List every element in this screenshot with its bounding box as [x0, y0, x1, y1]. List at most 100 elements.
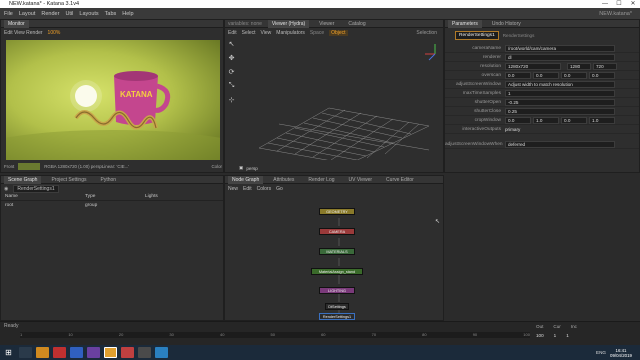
viewer-menu-manipulators[interactable]: Manipulators	[276, 30, 305, 36]
table-row[interactable]: root group	[1, 201, 223, 209]
col-name[interactable]: Name	[5, 194, 85, 199]
katana-taskbar-icon[interactable]	[104, 347, 117, 358]
node-camera[interactable]: CAMERA	[319, 228, 355, 235]
param-resolution-height[interactable]: 720	[593, 62, 617, 70]
param-overscan-a[interactable]: 0.0	[505, 71, 531, 79]
node-render-settings[interactable]: RenderSettings1	[319, 313, 355, 320]
rotate-tool-icon[interactable]: ⟳	[229, 68, 235, 76]
monitor-menus[interactable]: Edit View Render	[4, 30, 43, 36]
param-shutter-open[interactable]: -0.25	[505, 98, 615, 106]
node-menu-edit[interactable]: Edit	[243, 186, 252, 192]
viewer-object-button[interactable]: Object	[329, 29, 348, 36]
tab-project-settings[interactable]: Project Settings	[47, 176, 90, 184]
camera-icon[interactable]: ▣	[239, 165, 243, 171]
node-menu-colors[interactable]: Colors	[257, 186, 271, 192]
tab-catalog[interactable]: Catalog	[344, 20, 369, 28]
task-view-icon[interactable]	[19, 347, 32, 358]
param-crop-d[interactable]: 1.0	[589, 116, 615, 124]
viewer-menu-view[interactable]: View	[261, 30, 272, 36]
increment-field[interactable]: 1	[566, 333, 569, 338]
node-dl-settings[interactable]: DtSettings	[325, 303, 349, 310]
param-resolution-width[interactable]: 1280	[567, 62, 591, 70]
param-adjust-when[interactable]: deferred	[505, 140, 615, 148]
transform-tool-icon[interactable]: ⊹	[229, 96, 235, 104]
node-menu-go[interactable]: Go	[276, 186, 283, 192]
select-tool-icon[interactable]: ↖	[229, 40, 235, 48]
param-shutter-close[interactable]: 0.25	[505, 107, 615, 115]
param-overscan-c[interactable]: 0.0	[561, 71, 587, 79]
viewer-selection-label[interactable]: Selection	[416, 30, 443, 36]
scale-tool-icon[interactable]: ⤡	[229, 82, 235, 90]
windows-start-icon[interactable]: ⊞	[2, 347, 15, 358]
app-icon-red[interactable]	[53, 347, 66, 358]
tab-viewer[interactable]: Viewer	[315, 20, 338, 28]
menu-util[interactable]: Util	[65, 11, 73, 17]
param-overscan-b[interactable]: 0.0	[533, 71, 559, 79]
viewer-menu-select[interactable]: Select	[242, 30, 256, 36]
app-icon-office[interactable]	[121, 347, 134, 358]
row-root-type: group	[85, 202, 98, 208]
menu-help[interactable]: Help	[122, 11, 133, 17]
param-interactive-outputs[interactable]: primary	[505, 127, 520, 132]
menu-file[interactable]: File	[4, 11, 13, 17]
menu-layouts[interactable]: Layouts	[79, 11, 98, 17]
tab-undo-history[interactable]: Undo History	[488, 20, 525, 28]
node-material-assign[interactable]: MaterialAssign_stand	[311, 268, 363, 275]
node-geometry[interactable]: GEOMETRY	[319, 208, 355, 215]
param-renderer[interactable]: dl	[505, 53, 615, 61]
tab-uv-viewer[interactable]: UV Viewer	[345, 176, 377, 184]
col-lights[interactable]: Lights	[145, 194, 158, 199]
tab-attributes[interactable]: Attributes	[269, 176, 298, 184]
tab-viewer-hydra[interactable]: Viewer (Hydra)	[267, 19, 310, 28]
tab-scene-graph[interactable]: Scene Graph	[4, 175, 42, 184]
node-menu-new[interactable]: New	[228, 186, 238, 192]
param-crop-b[interactable]: 1.0	[533, 116, 559, 124]
param-crop-a[interactable]: 0.0	[505, 116, 531, 124]
param-overscan-d[interactable]: 0.0	[589, 71, 615, 79]
monitor-header: Monitor	[1, 19, 223, 28]
param-camera-name[interactable]: /root/world/cam/camera	[505, 44, 615, 52]
menu-render[interactable]: Render	[41, 11, 59, 17]
param-resolution[interactable]: 1280x720	[505, 62, 561, 70]
app-icon-gray[interactable]	[138, 347, 151, 358]
tab-monitor[interactable]: Monitor	[4, 19, 29, 28]
tab-curve-editor[interactable]: Curve Editor	[382, 176, 418, 184]
tab-python[interactable]: Python	[97, 176, 121, 184]
close-button[interactable]: ✕	[626, 0, 640, 8]
tab-parameters[interactable]: Parameters	[448, 19, 482, 28]
minimize-button[interactable]: —	[598, 0, 612, 8]
param-adjust-screen-window[interactable]: Adjust width to match resolution	[505, 80, 615, 88]
app-icon-purple[interactable]	[87, 347, 100, 358]
node-name-field[interactable]: RenderSettings1	[455, 30, 499, 40]
monitor-color-label[interactable]: Color	[212, 164, 223, 169]
param-max-time-samples[interactable]: 1	[505, 89, 615, 97]
node-lighting[interactable]: LIGHTING	[319, 287, 355, 294]
timeline-slider[interactable]: 1 10 20 30 40 50 60 70 80 90 100	[20, 332, 530, 338]
menu-layout[interactable]: Layout	[19, 11, 36, 17]
param-crop-c[interactable]: 0.0	[561, 116, 587, 124]
out-frame-field[interactable]: 100	[536, 333, 544, 338]
file-explorer-icon[interactable]	[36, 347, 49, 358]
tab-render-log[interactable]: Render Log	[304, 176, 338, 184]
viewer-camera-name[interactable]: persp	[246, 166, 258, 171]
viewer-menu-edit[interactable]: Edit	[228, 30, 237, 36]
zoom-level[interactable]: 100%	[48, 30, 61, 36]
render-image[interactable]: KATANA	[6, 40, 220, 160]
col-type[interactable]: Type	[85, 194, 145, 199]
menu-tabs[interactable]: Tabs	[105, 11, 117, 17]
node-materials[interactable]: MATERIALS	[319, 248, 355, 255]
move-tool-icon[interactable]: ✥	[229, 54, 235, 62]
app-icon-lightblue[interactable]	[155, 347, 168, 358]
scene-graph-target[interactable]: RenderSettings1	[13, 184, 59, 193]
view-node-icon[interactable]: ◉	[4, 186, 8, 192]
maximize-button[interactable]: ☐	[612, 0, 626, 8]
viewport-grid[interactable]	[239, 40, 443, 160]
current-frame-field[interactable]: 1	[554, 333, 557, 338]
monitor-toolbar: Edit View Render 100%	[1, 28, 223, 37]
tab-node-graph[interactable]: Node Graph	[228, 175, 264, 184]
language-indicator[interactable]: ENG	[596, 350, 610, 355]
row-root-name[interactable]: root	[5, 203, 85, 208]
thumbnail-icon[interactable]	[18, 163, 41, 170]
system-clock[interactable]: 16:41 09/04/2019	[610, 348, 640, 358]
app-icon-blue[interactable]	[70, 347, 83, 358]
